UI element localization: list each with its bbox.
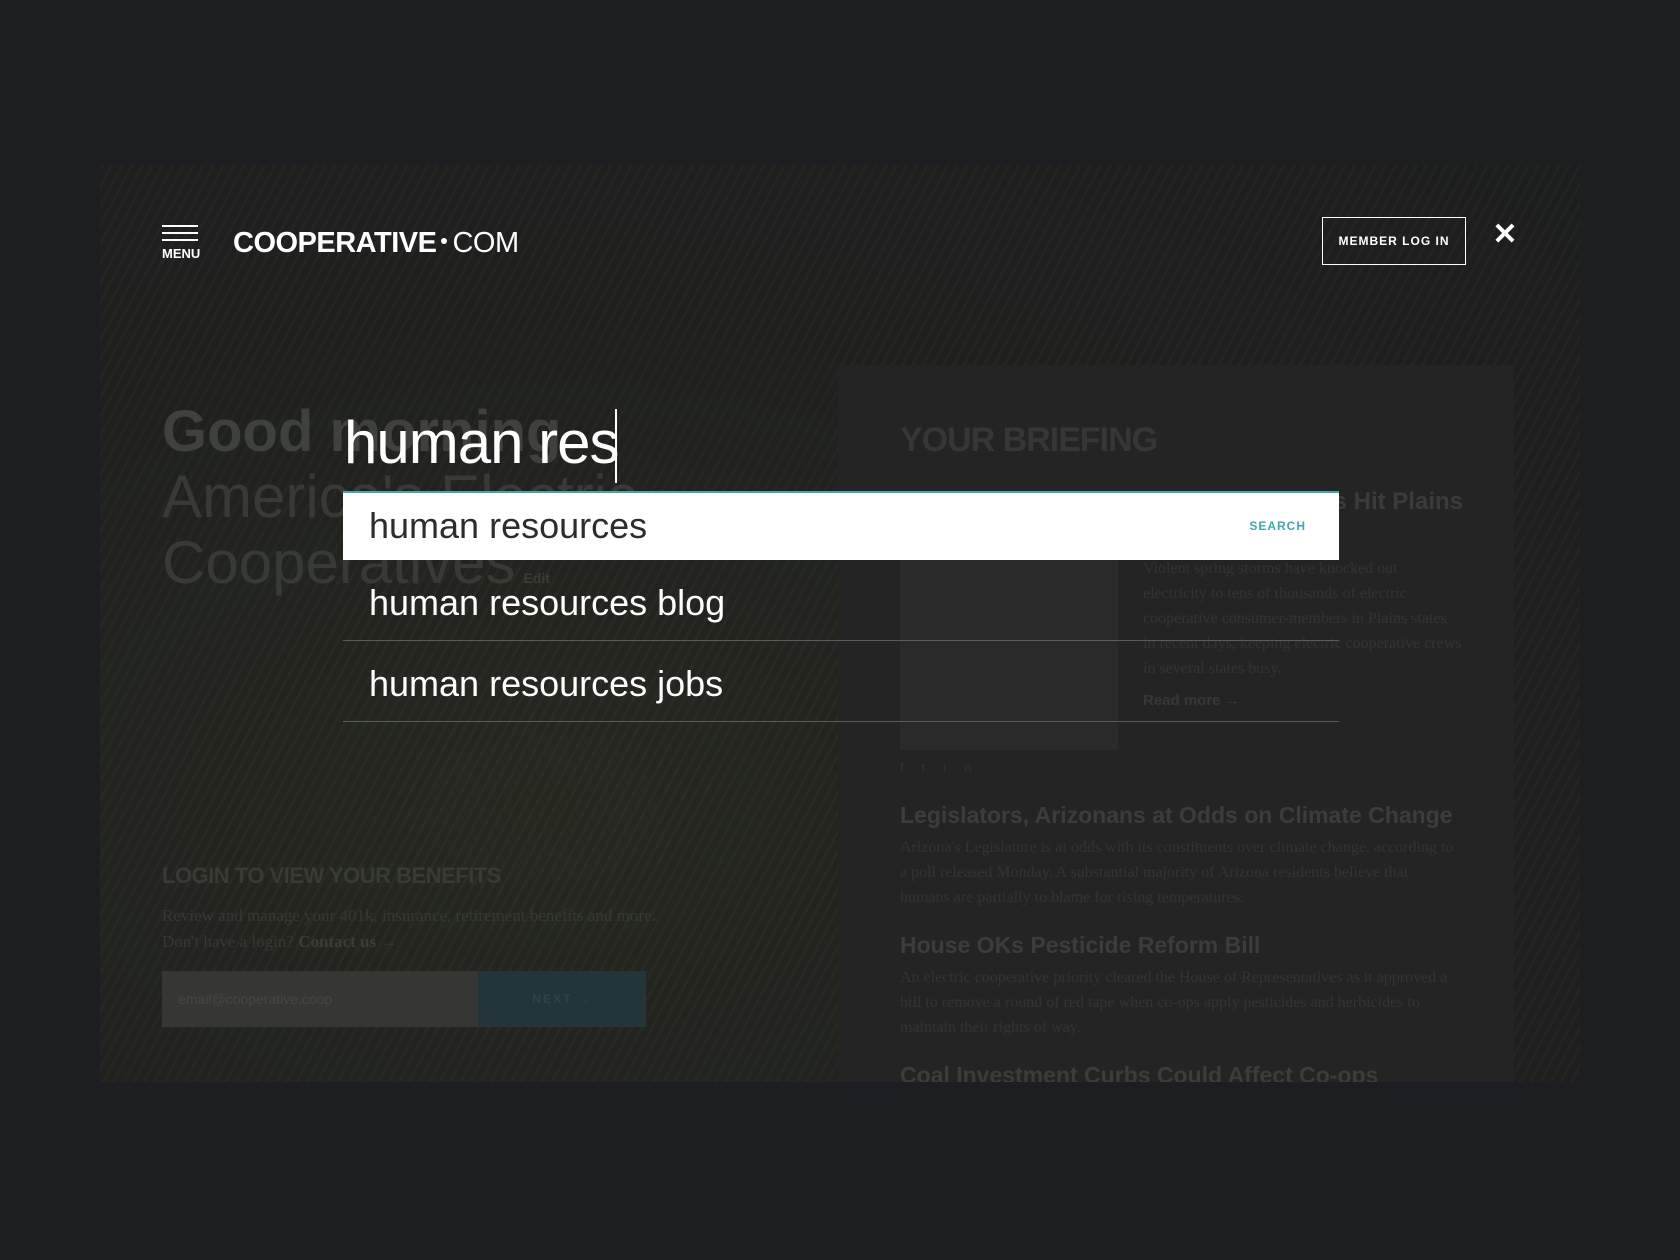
logo-bold: COOPERATIVE bbox=[233, 227, 437, 259]
site-logo[interactable]: COOPERATIVE COM bbox=[233, 227, 519, 260]
member-login-button[interactable]: MEMBER LOG IN bbox=[1322, 217, 1466, 265]
suggestion-text: human resources blog bbox=[369, 582, 726, 623]
suggestion-list: human resources SEARCH human resources b… bbox=[343, 491, 1339, 722]
logo-light: COM bbox=[452, 227, 519, 259]
search-input[interactable]: human res bbox=[344, 405, 619, 481]
logo-dot-icon bbox=[441, 238, 448, 245]
hamburger-icon bbox=[162, 225, 198, 227]
suggestion-text: human resources jobs bbox=[369, 663, 724, 704]
text-caret bbox=[615, 409, 617, 483]
suggestion-item[interactable]: human resources blog bbox=[343, 560, 1339, 641]
search-button[interactable]: SEARCH bbox=[1249, 493, 1306, 559]
suggestion-item[interactable]: human resources jobs bbox=[343, 641, 1339, 722]
search-overlay-screen: Good morning America's Electric Cooperat… bbox=[100, 165, 1580, 1082]
close-icon[interactable]: ✕ bbox=[1490, 217, 1520, 253]
suggestion-text: human resources bbox=[369, 505, 648, 546]
menu-label: MENU bbox=[162, 246, 201, 261]
suggestion-item-active[interactable]: human resources SEARCH bbox=[343, 491, 1339, 560]
menu-button[interactable]: MENU bbox=[162, 225, 201, 261]
